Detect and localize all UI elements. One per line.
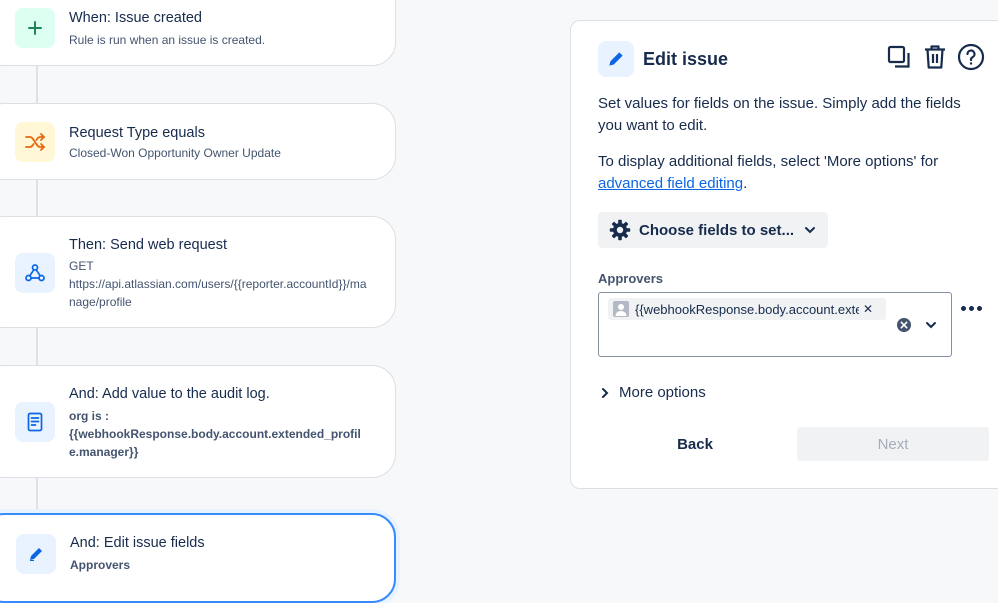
trigger-card[interactable]: When: Issue created Rule is run when an … (0, 0, 396, 66)
auditlog-title: And: Add value to the audit log. (69, 386, 270, 402)
trigger-subtitle: Rule is run when an issue is created. (69, 33, 266, 47)
auditlog-line2: {{webhookResponse.body.account.extended_… (69, 427, 361, 459)
edit-issue-panel: Edit issue Set values for fields on the … (570, 20, 998, 489)
approvers-label: Approvers (598, 271, 664, 286)
panel-advanced-note: To display additional fields, select 'Mo… (598, 151, 988, 195)
pencil-icon (16, 534, 56, 574)
chevron-right-icon (601, 387, 609, 399)
gear-icon (609, 219, 631, 241)
flow-connector (36, 65, 38, 103)
webrequest-method: GET (69, 259, 94, 273)
advanced-note-text: To display additional fields, select 'Mo… (598, 153, 939, 170)
panel-description: Set values for fields on the issue. Simp… (598, 95, 961, 134)
shuffle-icon (15, 122, 55, 162)
help-icon[interactable] (957, 43, 985, 71)
auditlog-line1: org is : (69, 409, 110, 423)
edit-fields-title: And: Edit issue fields (70, 535, 205, 551)
flow-connector (36, 179, 38, 217)
condition-card[interactable]: Request Type equals Closed-Won Opportuni… (0, 103, 396, 180)
webrequest-title: Then: Send web request (69, 237, 227, 253)
approver-chip-text: {{webhookResponse.body.account.extended_… (635, 301, 859, 317)
copy-icon[interactable] (885, 43, 913, 71)
advanced-field-editing-link[interactable]: advanced field editing (598, 175, 743, 192)
back-button[interactable]: Back (631, 426, 759, 462)
auditlog-card[interactable]: And: Add value to the audit log. org is … (0, 365, 396, 478)
pencil-icon (598, 41, 634, 77)
chevron-down-icon (804, 226, 816, 234)
chevron-down-icon[interactable] (925, 321, 937, 329)
advanced-note-period: . (743, 175, 748, 192)
webrequest-card[interactable]: Then: Send web request GET https://api.a… (0, 216, 396, 328)
clear-icon[interactable] (896, 317, 912, 333)
panel-title: Edit issue (643, 49, 729, 69)
choose-fields-label: Choose fields to set... (639, 221, 795, 239)
edit-fields-subtitle: Approvers (70, 558, 131, 572)
user-avatar-icon (613, 301, 629, 317)
approver-chip: {{webhookResponse.body.account.extended_… (608, 298, 886, 320)
condition-title: Request Type equals (69, 125, 205, 141)
more-options-label: More options (619, 384, 706, 401)
flow-connector (36, 327, 38, 365)
webrequest-url: https://api.atlassian.com/users/{{report… (69, 277, 367, 309)
trash-icon[interactable] (921, 43, 949, 71)
approvers-select[interactable]: {{webhookResponse.body.account.extended_… (598, 292, 952, 357)
more-icon[interactable] (961, 306, 982, 311)
condition-subtitle: Closed-Won Opportunity Owner Update (69, 146, 281, 160)
trigger-title: When: Issue created (69, 10, 202, 26)
choose-fields-button[interactable]: Choose fields to set... (598, 212, 828, 248)
plus-icon (15, 8, 55, 48)
document-icon (15, 402, 55, 442)
next-button[interactable]: Next (797, 427, 989, 461)
remove-chip-icon[interactable]: ✕ (863, 302, 873, 316)
edit-fields-card[interactable]: And: Edit issue fields Approvers (0, 513, 396, 603)
more-options-toggle[interactable]: More options (601, 384, 706, 401)
webhook-icon (15, 253, 55, 293)
flow-connector (36, 477, 38, 513)
